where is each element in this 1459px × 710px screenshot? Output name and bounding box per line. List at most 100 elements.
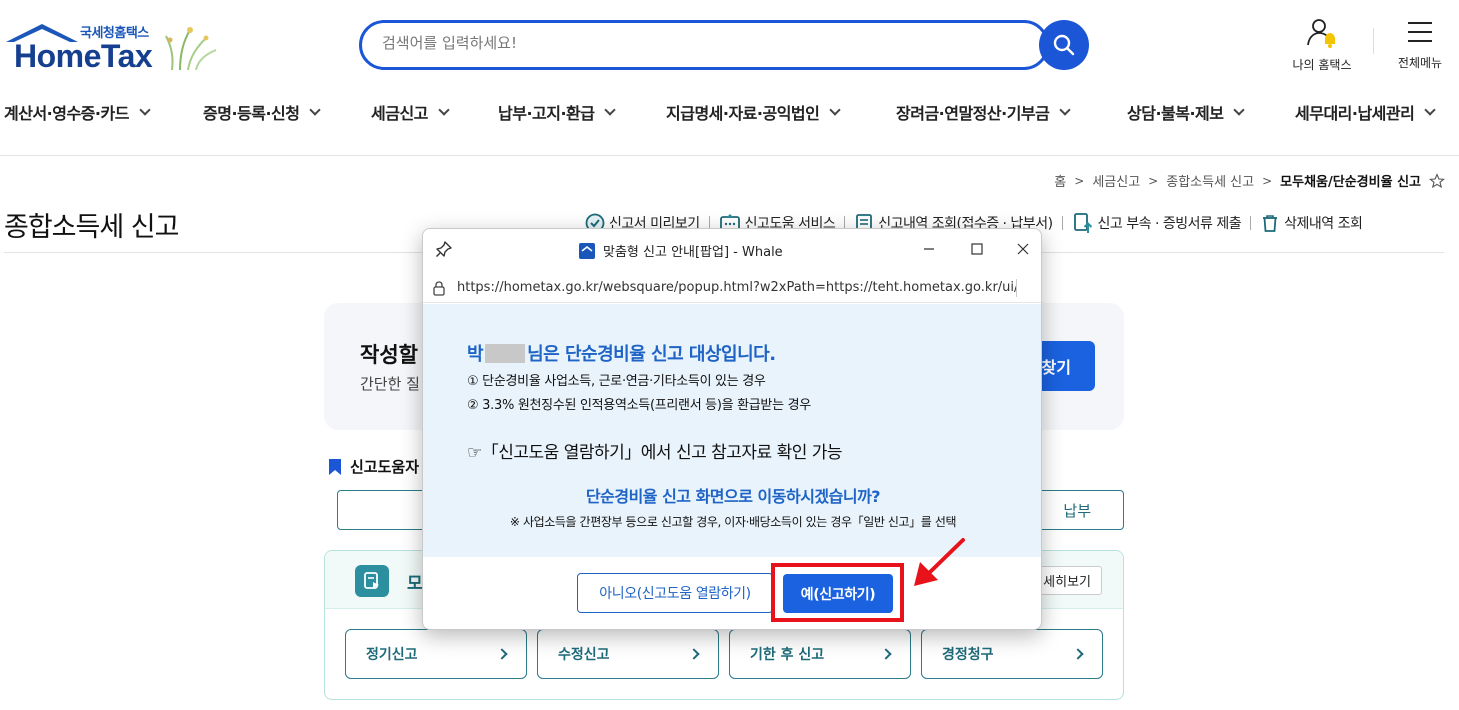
gnb-label: 세금신고 xyxy=(371,104,428,123)
correction-claim-button[interactable]: 경정청구 xyxy=(921,629,1103,679)
chevron-right-icon xyxy=(1072,648,1084,660)
search-bar[interactable] xyxy=(359,20,1049,70)
masked-name xyxy=(485,343,526,363)
amended-filing-button[interactable]: 수정신고 xyxy=(537,629,719,679)
guide-card-subtitle: 간단한 질 xyxy=(360,375,420,393)
chevron-right-icon: > xyxy=(1148,173,1159,188)
filing-help-heading: 신고도움자 xyxy=(328,456,419,477)
eligibility-message: 박 님은 단순경비율 신고 대상입니다. xyxy=(467,340,776,366)
name-prefix: 박 xyxy=(467,344,484,365)
no-button-label: 아니오(신고도움 열람하기) xyxy=(599,586,751,602)
detail-view-label: 세히보기 xyxy=(1043,575,1091,590)
breadcrumb-income-tax[interactable]: 종합소득세 신고 xyxy=(1166,171,1254,190)
gnb-payment-refund[interactable]: 납부·고지·환급 xyxy=(498,100,617,124)
document-play-icon xyxy=(355,565,389,597)
condition-2: ② 3.3% 원천징수된 인적용역소득(프리랜서 등)을 환급받는 경우 xyxy=(467,398,811,413)
bookmark-icon xyxy=(329,458,341,475)
gnb-tax-agent[interactable]: 세무대리·납세관리 xyxy=(1295,100,1437,124)
popup-title: 맞춤형 신고 안내[팝업] - Whale xyxy=(579,241,783,260)
hamburger-icon xyxy=(1408,22,1432,42)
my-hometax-label: 나의 홈택스 xyxy=(1292,58,1352,72)
gnb-certificate-registration[interactable]: 증명·등록·신청 xyxy=(203,100,322,124)
gnb-label: 지급명세·자료·공익법인 xyxy=(666,104,820,123)
chevron-right-icon xyxy=(880,648,892,660)
url-divider xyxy=(1016,279,1017,297)
chevron-right-icon xyxy=(688,648,700,660)
breadcrumb-tax-filing[interactable]: 세금신고 xyxy=(1092,171,1140,190)
chevron-down-icon xyxy=(1059,104,1072,116)
upload-document-icon xyxy=(1073,213,1092,233)
choice-label: 경정청구 xyxy=(942,647,994,663)
condition-1: ① 단순경비율 사업소득, 근로·연금·기타소득이 있는 경우 xyxy=(467,374,766,389)
search-button[interactable] xyxy=(1039,20,1089,70)
detail-view-button[interactable]: 세히보기 xyxy=(1034,566,1102,595)
regular-filing-button[interactable]: 정기신고 xyxy=(345,629,527,679)
popup-title-text: 맞춤형 신고 안내[팝업] - Whale xyxy=(603,245,783,260)
gnb-consulting-appeal[interactable]: 상담·불복·제보 xyxy=(1127,100,1246,124)
chevron-down-icon xyxy=(1424,104,1437,116)
chevron-down-icon xyxy=(604,104,617,116)
help-tab-payment-label: 납부 xyxy=(1063,501,1091,520)
gnb-label: 세무대리·납세관리 xyxy=(1295,104,1415,123)
tool-label: 삭제내역 조회 xyxy=(1284,216,1363,232)
guide-card-title: 작성할 xyxy=(360,343,418,367)
trash-icon xyxy=(1263,215,1278,232)
toolbar-divider xyxy=(1250,216,1252,230)
popup-address-bar[interactable]: https://hometax.go.kr/websquare/popup.ht… xyxy=(423,273,1041,303)
user-bell-icon xyxy=(1307,19,1335,48)
gnb-label: 계산서·영수증·카드 xyxy=(4,104,129,123)
chevron-down-icon xyxy=(829,104,842,116)
chevron-down-icon xyxy=(139,104,151,116)
nav-divider xyxy=(0,155,1459,156)
no-view-help-button[interactable]: 아니오(신고도움 열람하기) xyxy=(577,573,773,613)
choice-label: 수정신고 xyxy=(558,647,610,663)
choice-label: 기한 후 신고 xyxy=(750,647,825,663)
find-button-label: 찾기 xyxy=(1041,358,1071,377)
tool-label: 신고 부속 · 증빙서류 제출 xyxy=(1097,216,1242,232)
chevron-down-icon xyxy=(309,104,322,116)
breadcrumb-home[interactable]: 홈 xyxy=(1054,171,1066,190)
page-title: 종합소득세 신고 xyxy=(4,212,179,243)
popup-content: 박 님은 단순경비율 신고 대상입니다. ① 단순경비율 사업소득, 근로·연금… xyxy=(423,304,1041,557)
breadcrumb: 홈 > 세금신고 > 종합소득세 신고 > 모두채움/단순경비율 신고 xyxy=(1054,171,1445,190)
grass-decoration-icon xyxy=(165,27,217,71)
chevron-down-icon xyxy=(1233,104,1246,116)
minimize-icon[interactable] xyxy=(915,239,943,259)
gnb-tax-filing[interactable]: 세금신고 xyxy=(371,100,450,124)
gnb-label: 상담·불복·제보 xyxy=(1127,104,1224,123)
maximize-icon[interactable] xyxy=(963,239,991,259)
chevron-down-icon xyxy=(438,104,450,116)
close-icon[interactable] xyxy=(1009,239,1037,259)
toolbar-divider xyxy=(1061,216,1063,230)
star-icon[interactable] xyxy=(1429,172,1445,189)
chevron-right-icon: > xyxy=(1074,173,1085,188)
annotation-arrow-icon xyxy=(914,538,965,586)
gnb-label: 장려금·연말정산·기부금 xyxy=(896,104,1050,123)
late-filing-button[interactable]: 기한 후 신고 xyxy=(729,629,911,679)
main-navigation: 계산서·영수증·카드 증명·등록·신청 세금신고 납부·고지·환급 지급명세·자… xyxy=(0,100,1459,130)
search-icon xyxy=(1053,34,1075,56)
gnb-payment-statements[interactable]: 지급명세·자료·공익법인 xyxy=(666,100,842,124)
lock-icon xyxy=(433,281,445,296)
header-divider xyxy=(1373,28,1374,54)
choice-label: 정기신고 xyxy=(366,647,418,663)
logo-title: HomeTax xyxy=(14,38,153,74)
deleted-history-button[interactable]: 삭제내역 조회 xyxy=(1260,213,1363,233)
help-heading-label: 신고도움자 xyxy=(350,458,420,476)
search-input[interactable] xyxy=(382,34,1002,52)
submit-attachments-button[interactable]: 신고 부속 · 증빙서류 제출 xyxy=(1072,212,1242,234)
gnb-label: 납부·고지·환급 xyxy=(498,104,595,123)
pin-icon[interactable] xyxy=(435,240,453,258)
my-hometax-button[interactable]: 나의 홈택스 xyxy=(1283,18,1361,73)
all-menu-button[interactable]: 전체메뉴 xyxy=(1387,18,1453,71)
gnb-invoice-receipt-card[interactable]: 계산서·영수증·카드 xyxy=(4,100,151,124)
general-filing-note: ※ 사업소득을 간편장부 등으로 신고할 경우, 이자·배당소득이 있는 경우「… xyxy=(509,515,957,529)
reference-note: ☞「신고도움 열람하기」에서 신고 참고자료 확인 가능 xyxy=(467,443,843,463)
confirm-question: 단순경비율 신고 화면으로 이동하시겠습니까? xyxy=(585,487,881,506)
all-menu-label: 전체메뉴 xyxy=(1397,56,1443,70)
gnb-incentives-yearend[interactable]: 장려금·연말정산·기부금 xyxy=(896,100,1072,124)
popup-titlebar[interactable]: 맞춤형 신고 안내[팝업] - Whale xyxy=(423,229,1041,269)
hometax-logo[interactable]: 국세청홈택스 HomeTax xyxy=(4,20,224,76)
chevron-right-icon: > xyxy=(1262,173,1273,188)
popup-url: https://hometax.go.kr/websquare/popup.ht… xyxy=(457,280,1017,295)
